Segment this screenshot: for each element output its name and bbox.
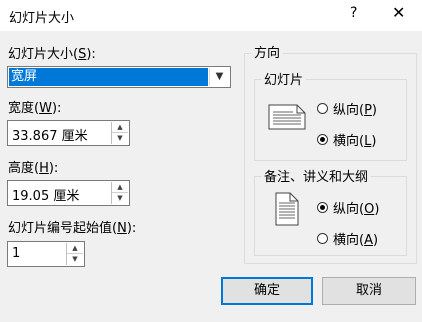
- slides-orientation-title: 幻灯片: [261, 69, 307, 88]
- cancel-button[interactable]: 取消: [322, 277, 416, 305]
- numbering-field[interactable]: 1 ▲ ▼: [7, 241, 85, 267]
- close-button[interactable]: ✕: [392, 3, 405, 22]
- portrait-page-icon: [275, 192, 299, 226]
- height-spin-down-icon[interactable]: ▼: [112, 193, 128, 204]
- orientation-title: 方向: [251, 42, 284, 61]
- ok-button[interactable]: 确定: [221, 277, 313, 305]
- numbering-spin-down-icon[interactable]: ▼: [67, 254, 83, 265]
- width-value: 33.867 厘米: [12, 129, 88, 144]
- width-label: 宽度(W):: [8, 101, 62, 116]
- height-label: 高度(H):: [8, 161, 59, 176]
- numbering-label: 幻灯片编号起始值(N):: [8, 221, 137, 236]
- slide-size-label: 幻灯片大小(S):: [8, 47, 96, 62]
- slides-portrait-radio[interactable]: 纵向(P): [317, 99, 377, 118]
- title-bar: 幻灯片大小 ? ✕: [0, 0, 422, 31]
- numbering-spin-up-icon[interactable]: ▲: [67, 243, 83, 254]
- landscape-page-icon: [268, 104, 306, 130]
- slide-size-select[interactable]: 宽屏 ▼: [7, 66, 231, 88]
- radio-checked-icon[interactable]: [317, 202, 328, 213]
- height-value: 19.05 厘米: [12, 189, 80, 204]
- help-button[interactable]: ?: [350, 5, 357, 21]
- width-spin-down-icon[interactable]: ▼: [112, 133, 128, 144]
- slide-size-value: 宽屏: [9, 68, 208, 86]
- notes-portrait-radio[interactable]: 纵向(O): [317, 198, 379, 217]
- notes-orientation-title: 备注、讲义和大纲: [261, 166, 372, 185]
- radio-unchecked-icon[interactable]: [317, 103, 328, 114]
- numbering-value: 1: [12, 246, 21, 261]
- window-title: 幻灯片大小: [9, 11, 75, 26]
- width-field[interactable]: 33.867 厘米 ▲ ▼: [7, 120, 130, 146]
- height-field[interactable]: 19.05 厘米 ▲ ▼: [7, 180, 130, 206]
- radio-checked-icon[interactable]: [317, 134, 328, 145]
- notes-landscape-radio[interactable]: 横向(A): [317, 229, 378, 248]
- width-spin-up-icon[interactable]: ▲: [112, 122, 128, 133]
- height-spin-up-icon[interactable]: ▲: [112, 182, 128, 193]
- slides-landscape-radio[interactable]: 横向(L): [317, 130, 376, 149]
- radio-unchecked-icon[interactable]: [317, 233, 328, 244]
- chevron-down-icon[interactable]: ▼: [209, 68, 229, 86]
